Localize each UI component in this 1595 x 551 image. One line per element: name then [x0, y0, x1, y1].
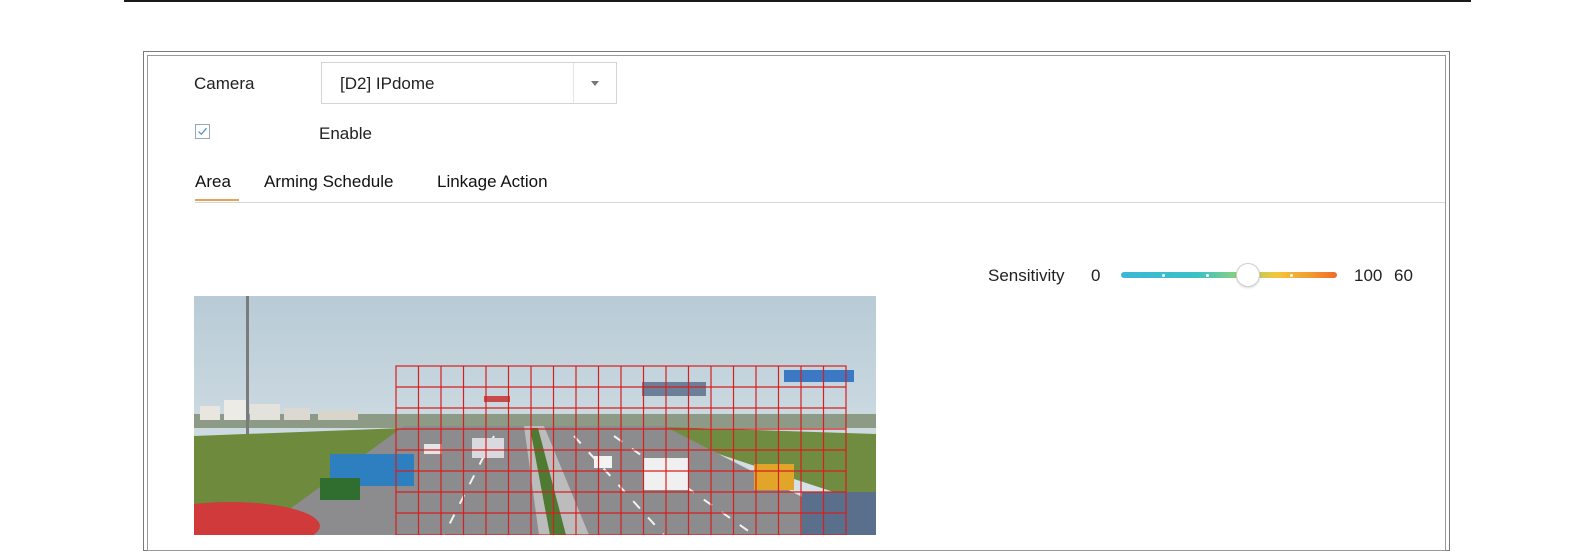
- enable-label: Enable: [319, 124, 372, 143]
- camera-preview-image: [194, 296, 876, 535]
- enable-checkbox[interactable]: [195, 124, 210, 139]
- active-tab-indicator: [195, 199, 239, 201]
- check-icon: [198, 127, 207, 136]
- slider-tick: [1290, 274, 1293, 277]
- chevron-down-icon[interactable]: [591, 81, 599, 86]
- top-rule: [124, 0, 1471, 2]
- camera-select-value: [D2] IPdome: [340, 74, 435, 93]
- select-divider: [573, 63, 574, 103]
- sensitivity-max: 100: [1354, 266, 1383, 285]
- sensitivity-slider-track[interactable]: [1121, 272, 1337, 278]
- tab-bar-divider: [195, 202, 1445, 203]
- tab-linkage-action[interactable]: Linkage Action: [437, 172, 548, 192]
- camera-select[interactable]: [D2] IPdome: [321, 62, 617, 104]
- sensitivity-slider-handle[interactable]: [1236, 263, 1260, 287]
- sensitivity-label: Sensitivity: [988, 266, 1065, 285]
- sensitivity-value: 60: [1394, 266, 1413, 285]
- tab-arming-schedule[interactable]: Arming Schedule: [264, 172, 393, 192]
- slider-tick: [1206, 274, 1209, 277]
- camera-label: Camera: [194, 74, 255, 93]
- slider-tick: [1162, 274, 1165, 277]
- tab-area[interactable]: Area: [195, 172, 231, 192]
- sensitivity-min: 0: [1091, 266, 1101, 285]
- camera-preview[interactable]: [194, 296, 876, 535]
